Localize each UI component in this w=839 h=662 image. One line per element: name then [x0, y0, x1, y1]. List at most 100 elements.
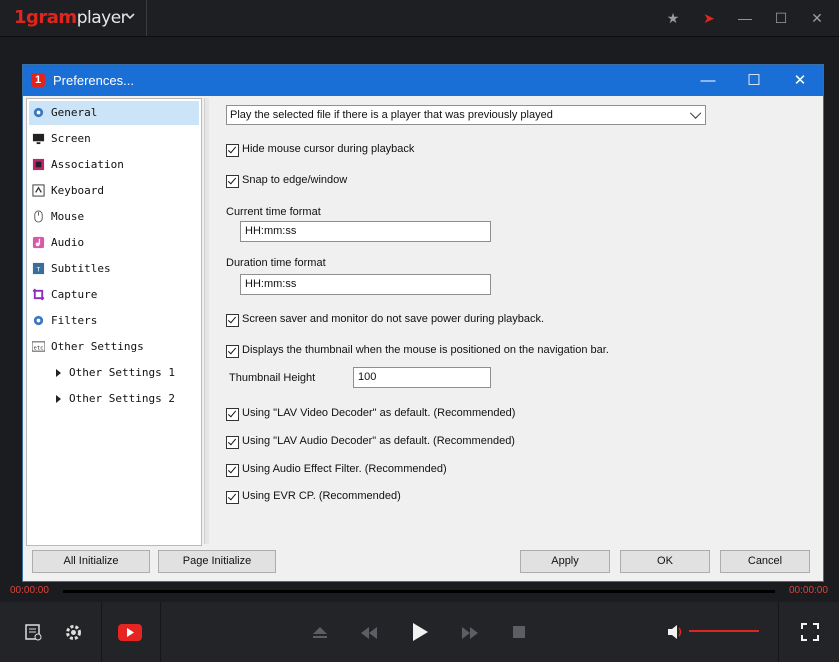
tree-label: General: [51, 106, 98, 119]
checkbox-label: Using "LAV Video Decoder" as default. (R…: [242, 407, 516, 419]
maximize-button[interactable]: ☐: [731, 65, 777, 96]
app-icon: 1: [31, 73, 45, 87]
keyboard-icon: [32, 184, 45, 197]
tree-item-filters[interactable]: Filters: [29, 309, 199, 333]
ok-button[interactable]: OK: [620, 550, 710, 573]
window-controls: ★ ➤ — ☐ ✕: [663, 8, 827, 28]
checkbox-label: Displays the thumbnail when the mouse is…: [242, 344, 609, 356]
total-time: 00:00:00: [789, 585, 828, 596]
seek-bar[interactable]: [63, 590, 775, 593]
tree-label: Other Settings 2: [69, 392, 175, 405]
player-controls: [0, 602, 839, 662]
splitter[interactable]: [204, 98, 209, 544]
tree-item-capture[interactable]: Capture: [29, 283, 199, 307]
etc-icon: etc: [32, 341, 45, 352]
stop-icon[interactable]: [513, 626, 525, 638]
tree-label: Subtitles: [51, 262, 111, 275]
eject-icon[interactable]: [312, 626, 328, 640]
divider: [101, 602, 102, 662]
tree-label: Filters: [51, 314, 98, 327]
checkbox-checked: [226, 436, 239, 449]
minimize-button[interactable]: —: [685, 65, 731, 96]
checkbox-label: Using Audio Effect Filter. (Recommended): [242, 463, 447, 475]
cancel-button[interactable]: Cancel: [720, 550, 810, 573]
checkbox-checked: [226, 175, 239, 188]
dialog-title-bar: 1 Preferences... — ☐ ✕: [23, 65, 823, 96]
pin-icon[interactable]: ➤: [699, 8, 719, 28]
tree-label: Capture: [51, 288, 98, 301]
volume-icon[interactable]: [667, 623, 685, 641]
checkbox-checked: [226, 314, 239, 327]
gear-icon: [33, 107, 44, 118]
tree-label: Audio: [51, 236, 85, 249]
tree-item-screen[interactable]: Screen: [29, 127, 199, 151]
tree-item-audio[interactable]: Audio: [29, 231, 199, 255]
logo-brand: 1gram: [14, 7, 77, 28]
checkbox-label: Using "LAV Audio Decoder" as default. (R…: [242, 435, 515, 447]
preferences-dialog: 1 Preferences... — ☐ ✕ General Screen As…: [22, 64, 824, 582]
tree-item-general[interactable]: General: [29, 101, 199, 125]
settings-tree: General Screen Association Keyboard Mous…: [26, 98, 202, 546]
play-mode-select[interactable]: Play the selected file if there is a pla…: [226, 105, 706, 125]
close-button[interactable]: ✕: [777, 65, 823, 96]
playlist-icon[interactable]: [25, 624, 42, 641]
duration-time-label: Duration time format: [226, 257, 326, 269]
all-initialize-button[interactable]: All Initialize: [32, 550, 150, 573]
chevron-down-icon[interactable]: [124, 10, 136, 22]
player-title-bar: 1gramplayer ★ ➤ — ☐ ✕: [0, 0, 839, 37]
film-icon: [32, 158, 45, 171]
checkbox-checked: [226, 408, 239, 421]
tree-label: Association: [51, 158, 124, 171]
chevron-down-icon: [689, 107, 702, 119]
tree-item-keyboard[interactable]: Keyboard: [29, 179, 199, 203]
volume-slider[interactable]: [689, 630, 759, 632]
play-icon[interactable]: [411, 622, 429, 642]
fast-forward-icon[interactable]: [461, 626, 479, 640]
tree-label: Screen: [51, 132, 91, 145]
tree-item-other-settings-2[interactable]: Other Settings 2: [29, 387, 199, 411]
app-logo[interactable]: 1gramplayer: [14, 7, 128, 28]
tree-label: Other Settings 1: [69, 366, 175, 379]
current-time: 00:00:00: [10, 585, 49, 596]
apply-button[interactable]: Apply: [520, 550, 610, 573]
thumbnail-height-input[interactable]: 100: [353, 367, 491, 388]
rewind-icon[interactable]: [360, 626, 378, 640]
current-time-input[interactable]: HH:mm:ss: [240, 221, 491, 242]
triangle-icon: [56, 395, 61, 403]
divider: [160, 602, 161, 662]
mouse-icon: [34, 210, 43, 223]
monitor-icon: [32, 133, 45, 145]
duration-time-input[interactable]: HH:mm:ss: [240, 274, 491, 295]
fullscreen-icon[interactable]: [801, 623, 819, 641]
gear-icon: [33, 315, 44, 326]
current-time-label: Current time format: [226, 206, 321, 218]
maximize-icon[interactable]: ☐: [771, 8, 791, 28]
close-icon[interactable]: ✕: [807, 8, 827, 28]
checkbox-label: Using EVR CP. (Recommended): [242, 490, 401, 502]
tree-item-association[interactable]: Association: [29, 153, 199, 177]
thumbnail-height-label: Thumbnail Height: [229, 372, 316, 384]
star-icon[interactable]: ★: [663, 8, 683, 28]
checkbox-checked: [226, 464, 239, 477]
logo-name: player: [76, 8, 128, 28]
tree-label: Keyboard: [51, 184, 104, 197]
settings-gear-icon[interactable]: [65, 624, 82, 641]
svg-text:T: T: [37, 265, 41, 273]
select-value: Play the selected file if there is a pla…: [230, 109, 553, 121]
page-initialize-button[interactable]: Page Initialize: [158, 550, 276, 573]
divider: [146, 0, 147, 36]
tree-item-other-settings-1[interactable]: Other Settings 1: [29, 361, 199, 385]
checkbox-label: Snap to edge/window: [242, 174, 348, 186]
tree-item-other-settings[interactable]: etc Other Settings: [29, 335, 199, 359]
tree-item-subtitles[interactable]: T Subtitles: [29, 257, 199, 281]
tree-label: Mouse: [51, 210, 85, 223]
divider: [778, 602, 779, 662]
minimize-icon[interactable]: —: [735, 8, 755, 28]
tree-item-mouse[interactable]: Mouse: [29, 205, 199, 229]
triangle-icon: [56, 369, 61, 377]
svg-text:etc: etc: [33, 345, 43, 351]
dialog-title: Preferences...: [53, 73, 134, 88]
crop-icon: [32, 288, 45, 301]
youtube-icon[interactable]: [118, 624, 142, 641]
checkbox-label: Screen saver and monitor do not save pow…: [242, 313, 545, 325]
